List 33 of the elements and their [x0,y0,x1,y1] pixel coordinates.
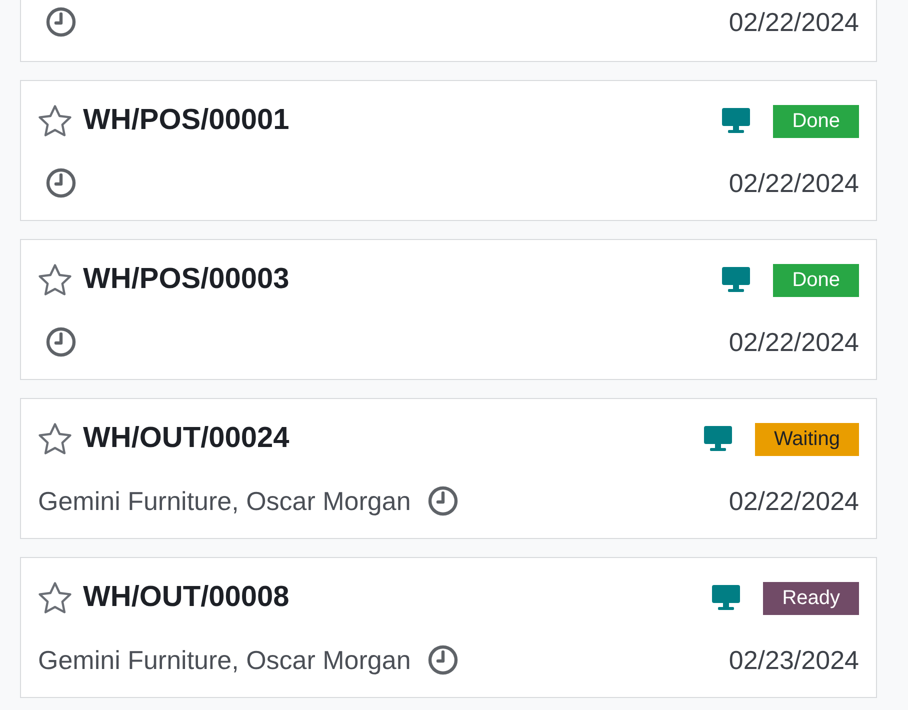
clock-icon [45,167,77,199]
status-badge: Waiting [755,422,859,456]
record-date: 02/22/2024 [728,166,859,200]
record-title: WH/OUT/00024 [83,421,290,456]
record-card[interactable]: WH/POS/00001 Done 02/22/2024 [20,80,877,221]
clock-icon [45,326,77,358]
record-title: WH/OUT/00008 [83,580,290,616]
star-icon[interactable] [37,581,73,615]
status-badge: Done [773,264,859,296]
record-title: WH/POS/00001 [83,103,290,138]
record-title: WH/POS/00003 [83,262,290,298]
record-date: 02/23/2024 [728,644,859,676]
status-badge: Done [773,104,859,138]
record-card[interactable]: 02/22/2024 [20,0,877,62]
partner-name: Gemini Furniture, Oscar Morgan [38,644,411,676]
status-badge: Ready [763,582,859,614]
clock-icon [426,644,459,676]
record-date: 02/22/2024 [728,6,859,38]
star-icon[interactable] [37,104,73,138]
record-card[interactable]: WH/OUT/00024 Waiting Gemini Furniture, Oscar Morgan 02/22/2024 [20,398,877,539]
monitor-icon [711,584,742,612]
record-card[interactable]: WH/OUT/00008 Ready Gemini Furniture, Oscar Morgan 02/23/2024 [20,557,877,698]
clock-icon [45,6,77,38]
record-date: 02/22/2024 [728,484,859,518]
monitor-icon [721,107,752,135]
star-icon[interactable] [37,263,73,297]
clock-icon [426,485,459,517]
record-card[interactable]: WH/POS/00003 Done 02/22/2024 [20,239,877,380]
monitor-icon [721,266,752,294]
partner-name: Gemini Furniture, Oscar Morgan [38,484,411,518]
record-date: 02/22/2024 [728,326,859,358]
star-icon[interactable] [37,422,73,456]
monitor-icon [703,425,734,453]
